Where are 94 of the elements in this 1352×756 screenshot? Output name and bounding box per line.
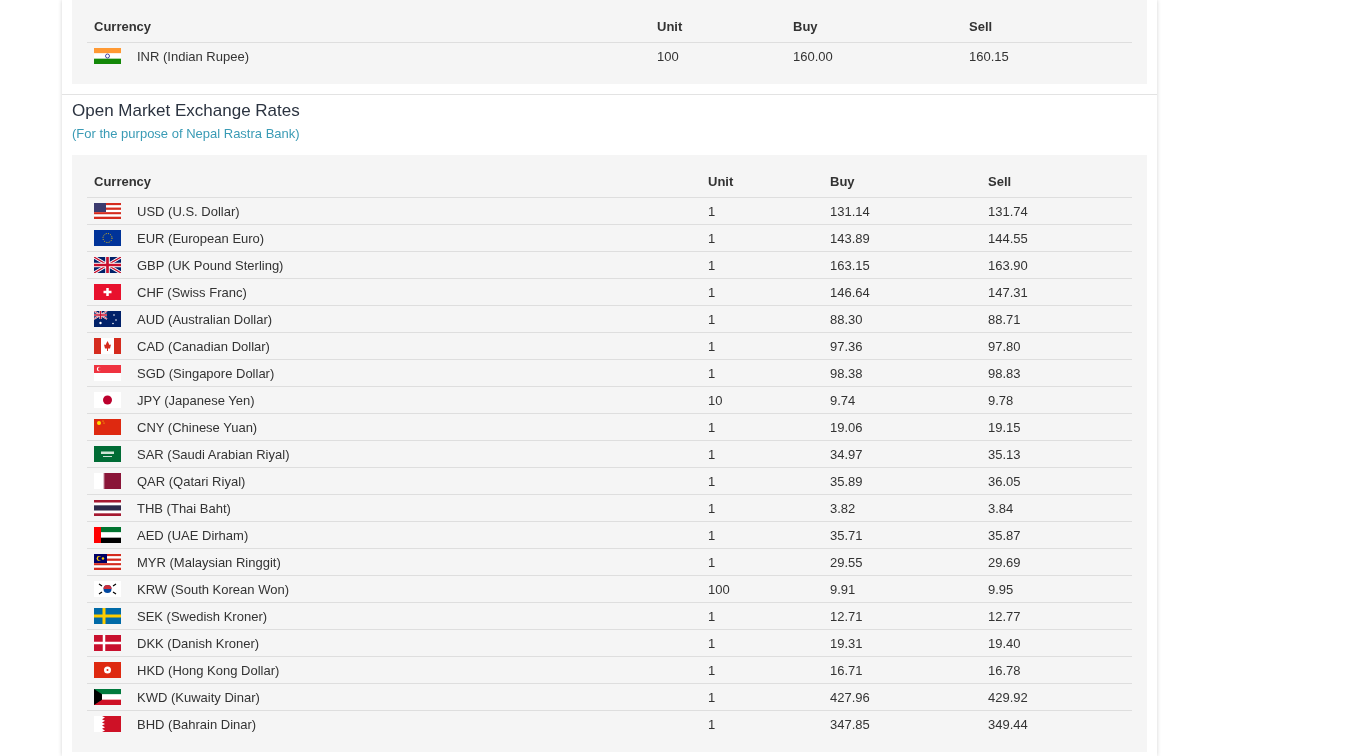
unit-cell-text: 1 [707,554,717,570]
currency-name: JPY (Japanese Yen) [137,392,255,408]
currency-name: GBP (UK Pound Sterling) [137,257,284,273]
unit-cell-text: 1 [707,365,717,381]
buy-rate-cell-text: 98.38 [829,365,864,381]
sell-rate-cell-text: 163.90 [987,257,1029,273]
unit-cell-text: 1 [707,203,717,219]
sell-rate-cell-text: 3.84 [987,500,1015,516]
currency-name: AED (UAE Dirham) [137,527,249,543]
sell-rate-cell-text: 144.55 [987,230,1029,246]
buy-rate-cell-text: 3.82 [829,500,857,516]
sell-rate-cell-text: 160.15 [968,48,1010,64]
unit-cell-text: 1 [707,500,717,516]
buy-rate-cell-text: 9.91 [829,581,857,597]
buy-rate-cell-text: 16.71 [829,662,864,678]
buy-rate-cell-text: 34.97 [829,446,864,462]
unit-cell-text: 1 [707,338,717,354]
currency-name: EUR (European Euro) [137,230,265,246]
currency-name: INR (Indian Rupee) [137,48,249,64]
unit-cell-text: 100 [656,48,680,64]
currency-name: AUD (Australian Dollar) [137,311,273,327]
unit-cell-text: 1 [707,473,717,489]
unit-cell-text: 1 [707,635,717,651]
column-header: Buy [829,173,856,189]
sell-rate-cell-text: 97.80 [987,338,1022,354]
column-header: Currency [93,18,153,34]
currency-name: SEK (Swedish Kroner) [137,608,268,624]
sell-rate-cell-text: 98.83 [987,365,1022,381]
unit-cell-text: 1 [707,230,717,246]
sell-rate-cell-text: 349.44 [987,716,1029,732]
sell-rate-cell-text: 36.05 [987,473,1022,489]
sell-rate-cell-text: 16.78 [987,662,1022,678]
sell-rate-cell-text: 35.87 [987,527,1022,543]
unit-cell-text: 1 [707,284,717,300]
unit-cell-text: 1 [707,257,717,273]
currency-name: SGD (Singapore Dollar) [137,365,275,381]
currency-name: SAR (Saudi Arabian Riyal) [137,446,290,462]
buy-rate-cell-text: 12.71 [829,608,864,624]
unit-cell-text: 1 [707,311,717,327]
currency-name: CHF (Swiss Franc) [137,284,247,300]
section-subtitle: (For the purpose of Nepal Rastra Bank) [71,125,301,143]
buy-rate-cell-text: 427.96 [829,689,871,705]
sell-rate-cell-text: 29.69 [987,554,1022,570]
buy-rate-cell-text: 35.71 [829,527,864,543]
buy-rate-cell-text: 131.14 [829,203,871,219]
sell-rate-cell-text: 429.92 [987,689,1029,705]
unit-cell-text: 1 [707,662,717,678]
column-header: Sell [968,18,994,34]
buy-rate-cell-text: 19.31 [829,635,864,651]
sell-rate-cell-text: 88.71 [987,311,1022,327]
unit-cell-text: 1 [707,527,717,543]
currency-name: KRW (South Korean Won) [137,581,289,597]
currency-name: THB (Thai Baht) [137,500,231,516]
unit-cell-text: 1 [707,689,717,705]
column-header: Buy [792,18,819,34]
sell-rate-cell-text: 12.77 [987,608,1022,624]
sell-rate-cell-text: 35.13 [987,446,1022,462]
buy-rate-cell-text: 160.00 [792,48,834,64]
currency-name: USD (U.S. Dollar) [137,203,240,219]
sell-rate-cell-text: 19.40 [987,635,1022,651]
column-header: Currency [93,173,153,189]
column-header: Unit [707,173,735,189]
sell-rate-cell-text: 9.95 [987,581,1015,597]
sell-rate-cell-text: 147.31 [987,284,1029,300]
column-header: Unit [656,18,684,34]
buy-rate-cell-text: 97.36 [829,338,864,354]
currency-name: DKK (Danish Kroner) [137,635,260,651]
sell-rate-cell-text: 9.78 [987,392,1015,408]
buy-rate-cell-text: 9.74 [829,392,857,408]
currency-name: QAR (Qatari Riyal) [137,473,246,489]
currency-name: KWD (Kuwaity Dinar) [137,689,260,705]
unit-cell-text: 100 [707,581,731,597]
currency-name: CNY (Chinese Yuan) [137,419,258,435]
buy-rate-cell-text: 29.55 [829,554,864,570]
unit-cell-text: 1 [707,446,717,462]
buy-rate-cell-text: 163.15 [829,257,871,273]
unit-cell-text: 1 [707,419,717,435]
buy-rate-cell-text: 146.64 [829,284,871,300]
unit-cell-text: 10 [707,392,724,408]
column-header: Sell [987,173,1013,189]
unit-cell-text: 1 [707,716,717,732]
unit-cell-text: 1 [707,608,717,624]
buy-rate-cell-text: 143.89 [829,230,871,246]
buy-rate-cell-text: 88.30 [829,311,864,327]
buy-rate-cell-text: 35.89 [829,473,864,489]
sell-rate-cell-text: 131.74 [987,203,1029,219]
currency-name: HKD (Hong Kong Dollar) [137,662,280,678]
currency-name: MYR (Malaysian Ringgit) [137,554,281,570]
buy-rate-cell-text: 347.85 [829,716,871,732]
currency-name: CAD (Canadian Dollar) [137,338,270,354]
buy-rate-cell-text: 19.06 [829,419,864,435]
section-title: Open Market Exchange Rates [71,100,301,122]
sell-rate-cell-text: 19.15 [987,419,1022,435]
currency-name: BHD (Bahrain Dinar) [137,716,257,732]
